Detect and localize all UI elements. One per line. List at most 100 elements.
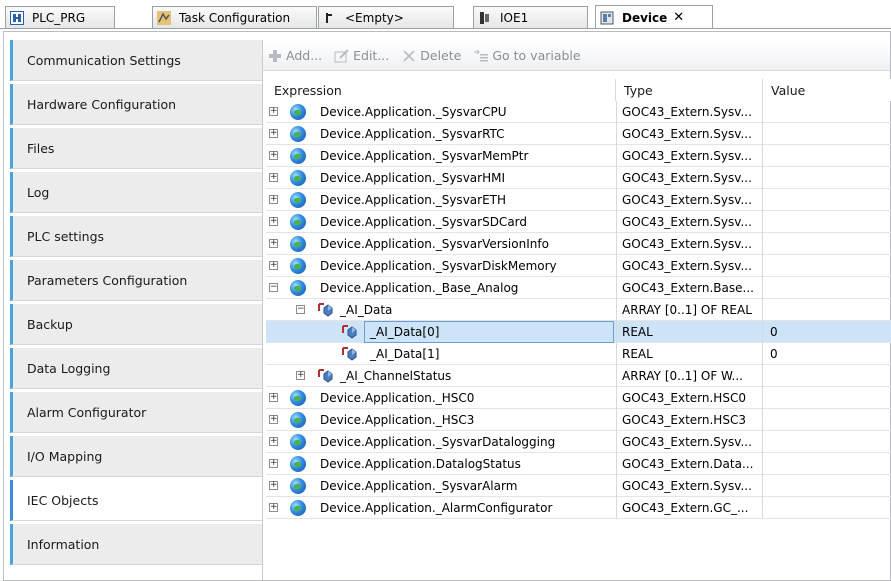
sidebar-item-log[interactable]: Log — [10, 172, 262, 213]
expand-node-button[interactable]: + — [269, 151, 278, 160]
expand-node-button[interactable]: + — [269, 129, 278, 138]
value-cell[interactable] — [763, 101, 891, 123]
value-cell[interactable] — [763, 431, 891, 453]
tab-ioe1[interactable]: IOE1 — [473, 6, 588, 28]
table-row[interactable]: + Device.Application._HSC3 GOC43_Extern.HS… — [266, 409, 891, 431]
sidebar-item-alarm-configurator[interactable]: Alarm Configurator — [10, 392, 262, 433]
variable-icon — [318, 303, 334, 317]
sidebar-item-label: Hardware Configuration — [27, 96, 177, 112]
edit-icon — [334, 48, 350, 64]
go-to-variable-button[interactable]: Go to variable — [473, 48, 581, 64]
sidebar-item-files[interactable]: Files — [10, 128, 262, 169]
expand-node-button[interactable]: + — [269, 415, 278, 424]
value-cell[interactable] — [763, 497, 891, 519]
table-row[interactable]: + Device.Application.DatalogStatus GOC43_E… — [266, 453, 891, 475]
sidebar-divider — [262, 40, 263, 580]
global-variable-icon — [290, 192, 306, 208]
table-row[interactable]: − Device.Application._Base_Analog GOC43_Ex… — [266, 277, 891, 299]
table-row[interactable]: − _AI_Data ARRAY [0..1] OF REAL — [266, 299, 891, 321]
table-row[interactable]: + Device.Application._SysvarMemPtr GOC43_E… — [266, 145, 891, 167]
tab-empty[interactable]: <Empty> — [318, 6, 454, 28]
table-row[interactable]: + _AI_ChannelStatus ARRAY [0..1] OF W... — [266, 365, 891, 387]
table-row[interactable]: + Device.Application._SysvarSDCard GOC43_E… — [266, 211, 891, 233]
value-cell[interactable] — [763, 145, 891, 167]
table-row[interactable]: + Device.Application._SysvarETH GOC43_Exte… — [266, 189, 891, 211]
value-cell[interactable] — [763, 299, 891, 321]
sidebar-item-iec-objects[interactable]: IEC Objects — [10, 480, 262, 521]
value-cell[interactable] — [763, 453, 891, 475]
table-row[interactable]: + Device.Application._AlarmConfigurator GO… — [266, 497, 891, 519]
sidebar-item-label: Alarm Configurator — [27, 404, 147, 420]
value-cell[interactable] — [763, 233, 891, 255]
expand-node-button[interactable]: + — [269, 217, 278, 226]
type-cell: GOC43_Extern.Base... — [616, 277, 763, 299]
value-cell[interactable] — [763, 277, 891, 299]
type-cell: GOC43_Extern.Sysv... — [616, 233, 763, 255]
sidebar-item-backup[interactable]: Backup — [10, 304, 262, 345]
sidebar-item-plc-settings[interactable]: PLC settings — [10, 216, 262, 257]
expand-node-button[interactable]: + — [269, 393, 278, 402]
sidebar-item-communication-settings[interactable]: Communication Settings — [10, 40, 262, 81]
tab-device[interactable]: Device ✕ — [595, 5, 713, 29]
column-header-type[interactable]: Type — [616, 79, 763, 101]
expand-node-button[interactable]: + — [296, 371, 305, 380]
edit-button[interactable]: Edit... — [334, 48, 389, 64]
expand-node-button[interactable]: + — [269, 107, 278, 116]
value-cell[interactable] — [763, 123, 891, 145]
table-row[interactable]: + Device.Application._HSC0 GOC43_Extern.HS… — [266, 387, 891, 409]
close-tab-icon[interactable]: ✕ — [673, 10, 684, 25]
expand-node-button[interactable]: + — [269, 239, 278, 248]
sidebar-item-hardware-configuration[interactable]: Hardware Configuration — [10, 84, 262, 125]
value-cell[interactable]: 0 — [763, 343, 891, 365]
value-cell[interactable]: 0 — [763, 321, 891, 343]
expression-cell: Device.Application._SysvarHMI — [320, 171, 505, 185]
type-cell: GOC43_Extern.Data... — [616, 453, 763, 475]
expression-cell: Device.Application._SysvarMemPtr — [320, 149, 529, 163]
value-cell[interactable] — [763, 211, 891, 233]
expression-cell: Device.Application._SysvarETH — [320, 193, 507, 207]
table-row[interactable]: + Device.Application._SysvarRTC GOC43_Exte… — [266, 123, 891, 145]
delete-button[interactable]: Delete — [401, 48, 461, 64]
add-button[interactable]: Add... — [267, 48, 322, 64]
delete-icon — [401, 48, 417, 64]
type-cell: GOC43_Extern.Sysv... — [616, 189, 763, 211]
expand-node-button[interactable]: + — [269, 503, 278, 512]
value-cell[interactable] — [763, 365, 891, 387]
collapse-node-button[interactable]: − — [269, 283, 278, 292]
table-row[interactable]: _AI_Data[0] REAL 0 — [266, 321, 891, 343]
type-cell: ARRAY [0..1] OF REAL — [616, 299, 763, 321]
table-row[interactable]: + Device.Application._SysvarDiskMemory GOC… — [266, 255, 891, 277]
value-cell[interactable] — [763, 409, 891, 431]
table-row[interactable]: _AI_Data[1] REAL 0 — [266, 343, 891, 365]
expression-cell: Device.Application._SysvarSDCard — [320, 215, 528, 229]
table-row[interactable]: + Device.Application._SysvarCPU GOC43_Exte… — [266, 101, 891, 123]
sidebar-item-information[interactable]: Information — [10, 524, 262, 565]
table-row[interactable]: + Device.Application._SysvarHMI GOC43_Exte… — [266, 167, 891, 189]
value-cell[interactable] — [763, 167, 891, 189]
value-cell[interactable] — [763, 189, 891, 211]
table-row[interactable]: + Device.Application._SysvarVersionInfo GO… — [266, 233, 891, 255]
expand-node-button[interactable]: + — [269, 459, 278, 468]
expand-node-button[interactable]: + — [269, 195, 278, 204]
value-cell[interactable] — [763, 255, 891, 277]
column-header-expression[interactable]: Expression — [266, 79, 616, 101]
tab-task-configuration[interactable]: Task Configuration — [152, 6, 317, 28]
sidebar-item-io-mapping[interactable]: I/O Mapping — [10, 436, 262, 477]
value-cell[interactable] — [763, 475, 891, 497]
variable-icon — [342, 325, 358, 339]
sidebar-item-parameters-configuration[interactable]: Parameters Configuration — [10, 260, 262, 301]
collapse-node-button[interactable]: − — [296, 305, 305, 314]
table-row[interactable]: + Device.Application._SysvarDatalogging GO… — [266, 431, 891, 453]
expand-node-button[interactable]: + — [269, 173, 278, 182]
column-header-value[interactable]: Value — [763, 79, 891, 101]
expand-node-button[interactable]: + — [269, 481, 278, 490]
task-config-icon — [157, 10, 171, 25]
table-row[interactable]: + Device.Application._SysvarAlarm GOC43_Ex… — [266, 475, 891, 497]
expression-cell: Device.Application._HSC3 — [320, 413, 475, 427]
expand-node-button[interactable]: + — [269, 437, 278, 446]
sidebar-item-data-logging[interactable]: Data Logging — [10, 348, 262, 389]
sidebar-item-label: Parameters Configuration — [27, 272, 188, 288]
value-cell[interactable] — [763, 387, 891, 409]
expand-node-button[interactable]: + — [269, 261, 278, 270]
tab-plc-prg[interactable]: PLC_PRG — [5, 6, 115, 28]
